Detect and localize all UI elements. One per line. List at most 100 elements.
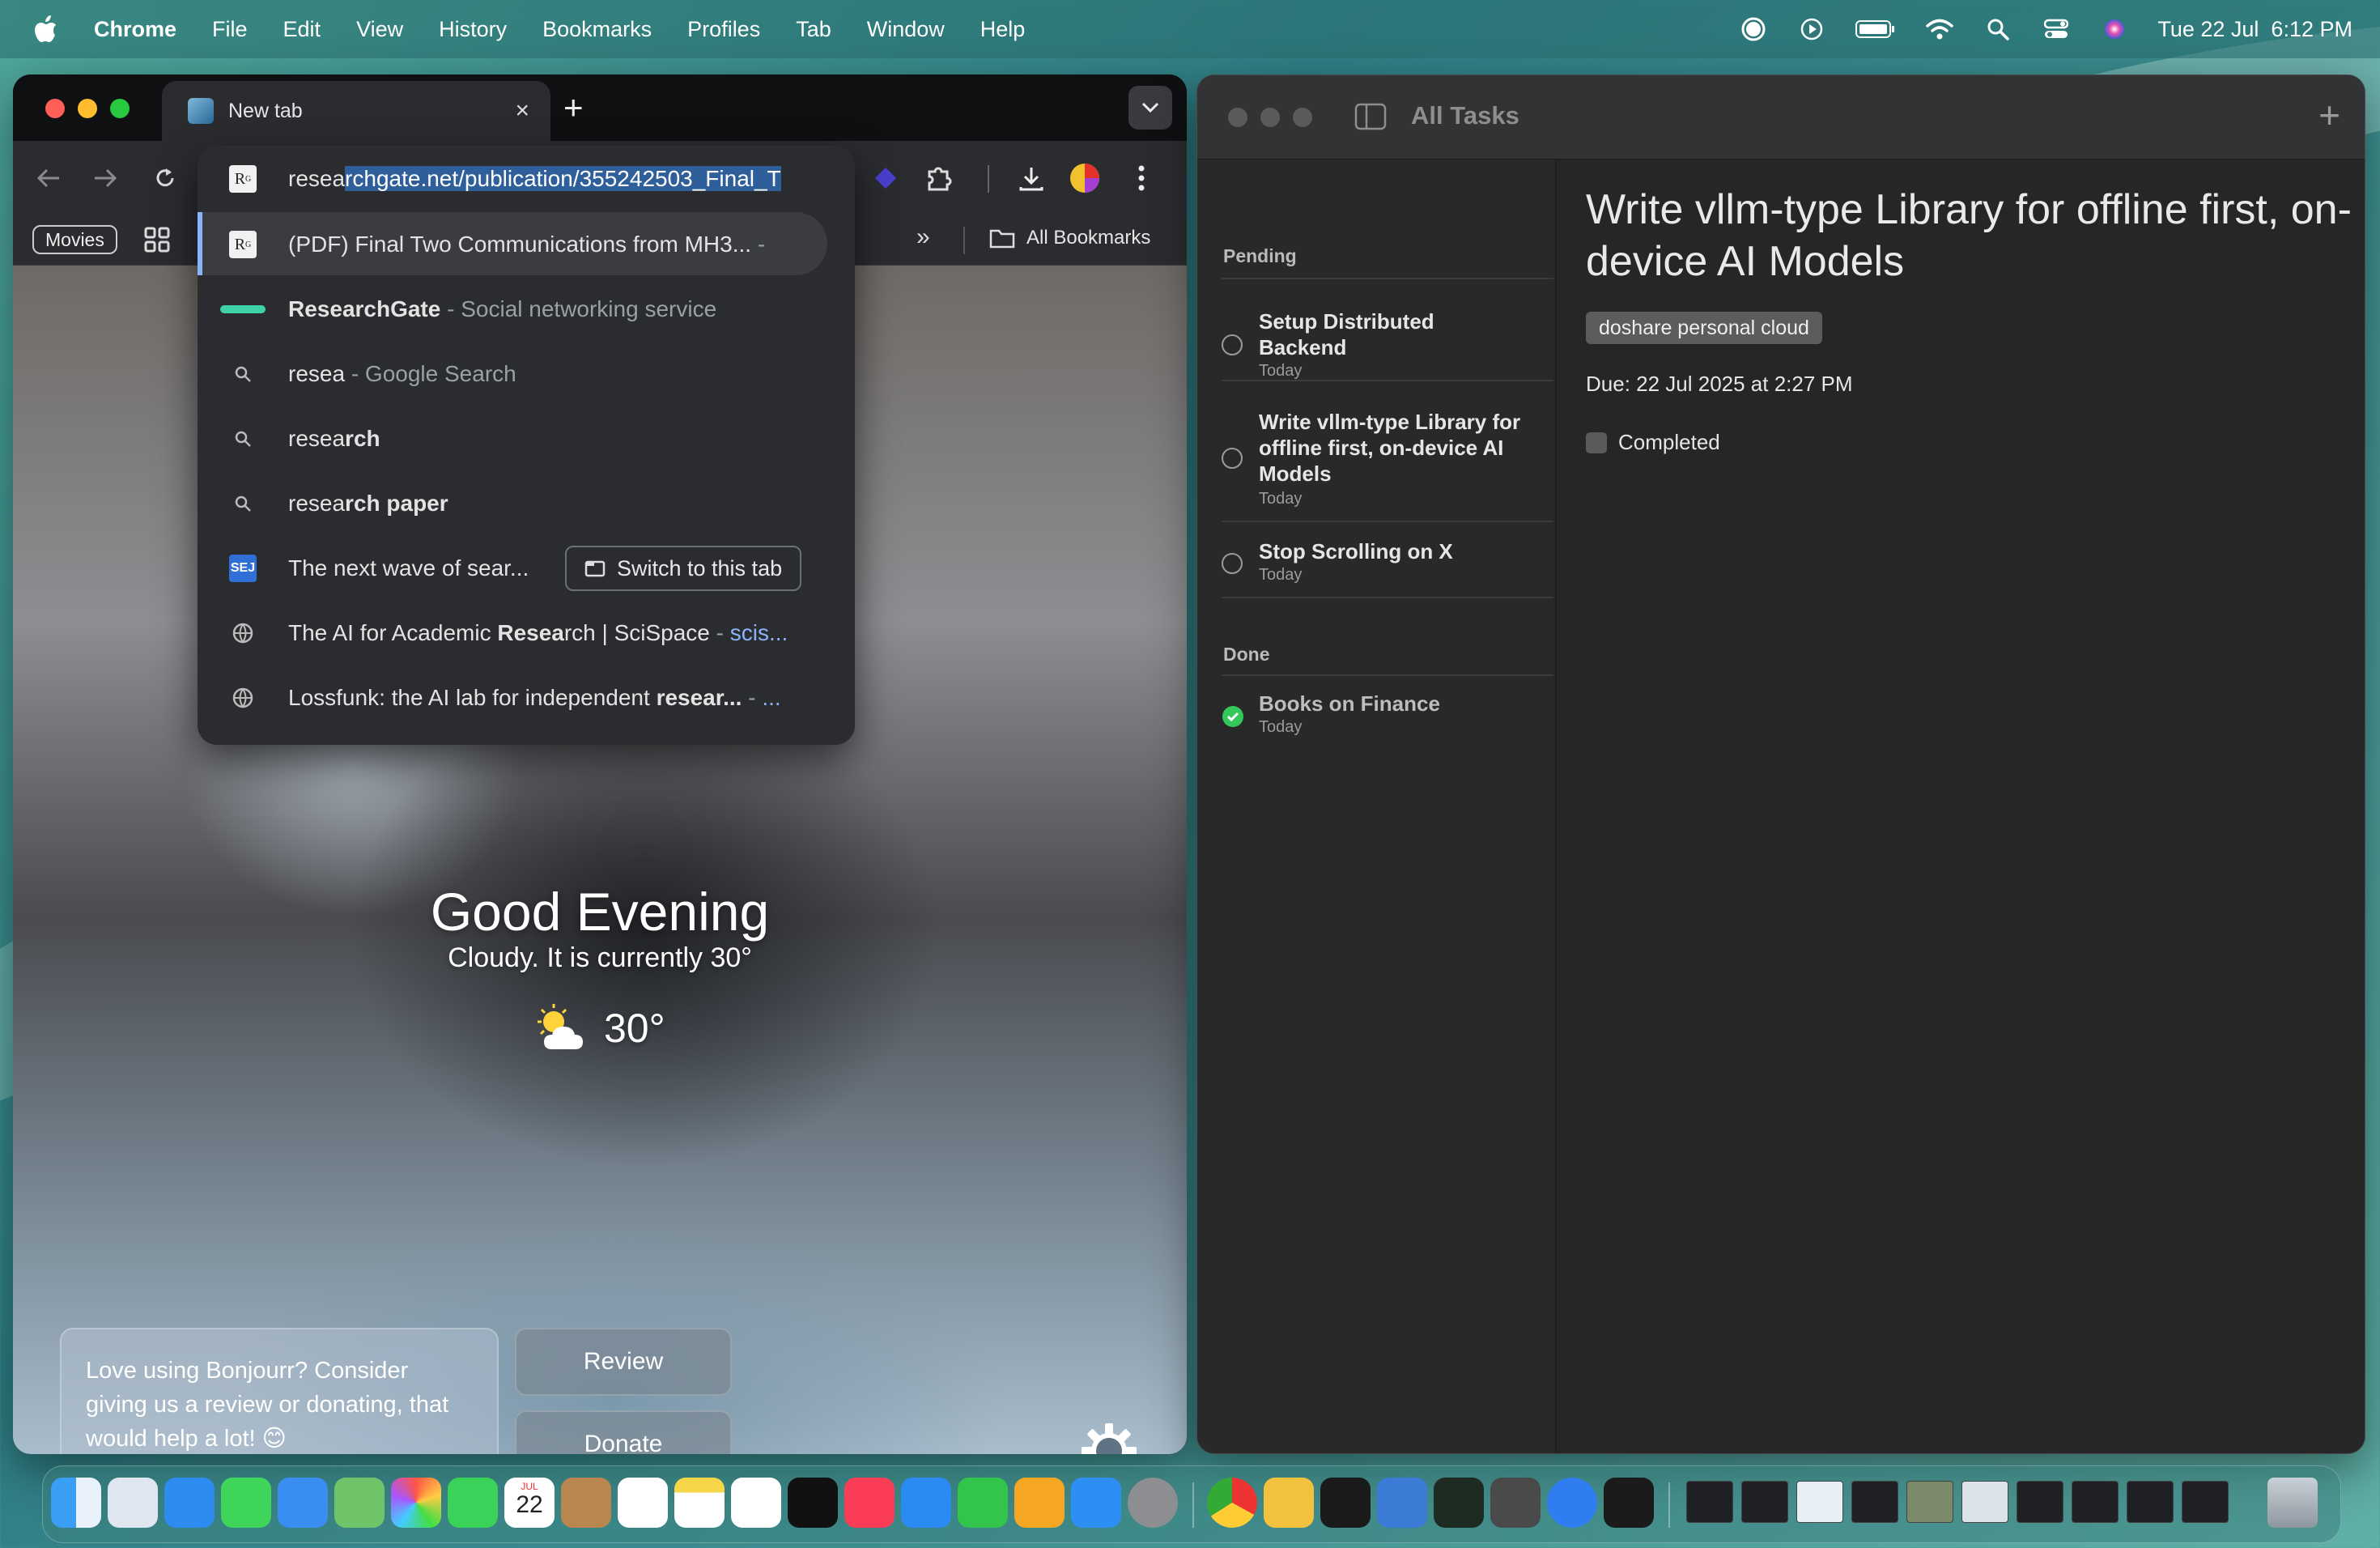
new-tab-button[interactable]: + — [563, 91, 584, 125]
system-settings-icon[interactable] — [1128, 1478, 1178, 1528]
numbers-icon[interactable] — [958, 1478, 1008, 1528]
play-icon[interactable] — [1796, 14, 1827, 45]
minimized-window-thumbnail[interactable] — [1851, 1481, 1898, 1523]
xcode-icon[interactable] — [1377, 1478, 1427, 1528]
app-icon[interactable] — [1264, 1478, 1314, 1528]
launchpad-icon[interactable] — [108, 1478, 158, 1528]
music-icon[interactable] — [844, 1478, 895, 1528]
app-icon[interactable] — [1604, 1478, 1654, 1528]
minimized-window-thumbnail[interactable] — [1741, 1481, 1788, 1523]
menu-file[interactable]: File — [212, 17, 248, 42]
menu-tab[interactable]: Tab — [796, 17, 831, 42]
all-bookmarks-button[interactable]: All Bookmarks — [989, 227, 1150, 249]
omnibox-suggestion[interactable]: ResearchGate - Social networking service — [198, 277, 855, 342]
task-detail-title[interactable]: Write vllm-type Library for offline firs… — [1586, 184, 2355, 287]
weather-widget[interactable]: 30° — [531, 1002, 665, 1054]
reload-button[interactable] — [146, 159, 185, 198]
menu-profiles[interactable]: Profiles — [687, 17, 760, 42]
maps-icon[interactable] — [334, 1478, 385, 1528]
mail-icon[interactable] — [278, 1478, 328, 1528]
omnibox-suggestion[interactable]: The AI for Academic Research | SciSpace … — [198, 601, 855, 666]
photos-icon[interactable] — [391, 1478, 441, 1528]
keynote-icon[interactable] — [901, 1478, 951, 1528]
menu-edit[interactable]: Edit — [283, 17, 321, 42]
safari-icon[interactable] — [164, 1478, 215, 1528]
siri-icon[interactable] — [2099, 14, 2130, 45]
donate-button[interactable]: Donate — [515, 1410, 732, 1454]
facetime-icon[interactable] — [448, 1478, 498, 1528]
omnibox-suggestion[interactable]: SEJ The next wave of sear... Switch to t… — [198, 536, 855, 601]
settings-gear-icon[interactable] — [1080, 1422, 1138, 1454]
minimize-window-button[interactable] — [1260, 108, 1280, 127]
activity-monitor-icon[interactable] — [1434, 1478, 1484, 1528]
contacts-icon[interactable] — [561, 1478, 611, 1528]
menu-app-name[interactable]: Chrome — [94, 17, 176, 42]
forward-button[interactable] — [86, 159, 125, 198]
terminal-icon[interactable] — [1320, 1478, 1371, 1528]
add-task-button[interactable]: + — [2318, 93, 2340, 137]
trash-icon[interactable] — [2267, 1478, 2318, 1528]
switch-to-tab-button[interactable]: Switch to this tab — [565, 546, 802, 591]
freeform-icon[interactable] — [731, 1478, 781, 1528]
calendar-icon[interactable]: JUL 22 — [504, 1478, 555, 1528]
close-tab-icon[interactable]: × — [515, 97, 529, 125]
checkmark-done-icon[interactable] — [1222, 705, 1244, 728]
sidebar-toggle-icon[interactable] — [1354, 103, 1387, 134]
finder-icon[interactable] — [51, 1478, 101, 1528]
task-item[interactable]: Books on Finance Today — [1222, 691, 1529, 742]
menu-view[interactable]: View — [356, 17, 403, 42]
completed-toggle[interactable]: Completed — [1586, 430, 1720, 455]
minimized-window-thumbnail[interactable] — [2017, 1481, 2063, 1523]
profile-avatar[interactable] — [1065, 159, 1104, 198]
minimized-window-thumbnail[interactable] — [1796, 1481, 1843, 1523]
minimized-window-thumbnail[interactable] — [1961, 1481, 2008, 1523]
completed-checkbox[interactable] — [1586, 432, 1607, 453]
chrome-icon[interactable] — [1207, 1478, 1257, 1528]
omnibox-suggestion[interactable]: RG (PDF) Final Two Communications from M… — [198, 212, 855, 277]
bookmarks-overflow-button[interactable]: » — [916, 223, 930, 251]
task-checkbox[interactable] — [1222, 448, 1243, 469]
menu-help[interactable]: Help — [980, 17, 1026, 42]
menu-history[interactable]: History — [439, 17, 507, 42]
menu-bookmarks[interactable]: Bookmarks — [542, 17, 652, 42]
address-bar[interactable]: RG researchgate.net/publication/35524250… — [198, 146, 855, 212]
bookmark-movies[interactable]: Movies — [32, 225, 117, 254]
wifi-icon[interactable] — [1924, 14, 1955, 45]
chrome-menu-icon[interactable] — [1122, 159, 1161, 198]
extension-gem-icon[interactable] — [866, 159, 905, 198]
omnibox-suggestion[interactable]: resea - Google Search — [198, 342, 855, 406]
messages-icon[interactable] — [221, 1478, 271, 1528]
minimize-window-button[interactable] — [78, 99, 97, 118]
zoom-window-button[interactable] — [1293, 108, 1312, 127]
app-icon[interactable] — [1490, 1478, 1541, 1528]
minimized-window-thumbnail[interactable] — [2182, 1481, 2229, 1523]
zoom-window-button[interactable] — [110, 99, 130, 118]
task-item[interactable]: Setup Distributed Backend Today — [1222, 308, 1529, 380]
task-item[interactable]: Stop Scrolling on X Today — [1222, 538, 1529, 590]
back-button[interactable] — [29, 159, 68, 198]
site-info-icon[interactable]: RG — [228, 164, 257, 194]
app-icon[interactable] — [1547, 1478, 1597, 1528]
pages-icon[interactable] — [1014, 1478, 1065, 1528]
task-checkbox[interactable] — [1222, 553, 1243, 574]
tab-search-button[interactable] — [1128, 86, 1172, 130]
apps-grid-icon[interactable] — [142, 225, 172, 258]
menu-clock[interactable]: Tue 22 Jul 6:12 PM — [2157, 17, 2352, 42]
minimized-window-thumbnail[interactable] — [1686, 1481, 1733, 1523]
downloads-icon[interactable] — [1012, 159, 1051, 198]
notes-icon[interactable] — [674, 1478, 725, 1528]
minimized-window-thumbnail[interactable] — [2072, 1481, 2119, 1523]
task-item[interactable]: Write vllm-type Library for offline firs… — [1222, 409, 1529, 508]
review-button[interactable]: Review — [515, 1328, 732, 1396]
menu-window[interactable]: Window — [867, 17, 945, 42]
omnibox-suggestion[interactable]: research paper — [198, 471, 855, 536]
battery-icon[interactable] — [1855, 14, 1897, 45]
spotlight-search-icon[interactable] — [1983, 14, 2013, 45]
tab-new-tab[interactable]: New tab × — [162, 81, 550, 141]
minimized-window-thumbnail[interactable] — [1906, 1481, 1953, 1523]
record-icon[interactable] — [1738, 14, 1769, 45]
address-input[interactable]: researchgate.net/publication/355242503_F… — [288, 166, 839, 192]
extensions-puzzle-icon[interactable] — [920, 159, 958, 198]
minimized-window-thumbnail[interactable] — [2127, 1481, 2174, 1523]
app-store-icon[interactable] — [1071, 1478, 1121, 1528]
